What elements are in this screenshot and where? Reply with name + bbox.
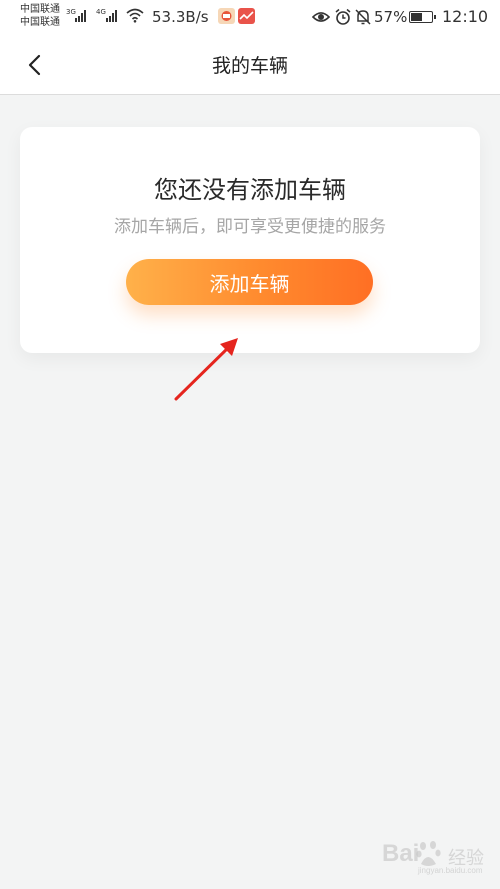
wifi-icon <box>126 8 144 23</box>
empty-vehicle-card: 您还没有添加车辆 添加车辆后，即可享受更便捷的服务 添加车辆 <box>20 127 480 353</box>
app-notification-icon <box>238 8 255 24</box>
carrier-1: 中国联通 <box>20 4 60 15</box>
battery-icon <box>409 11 436 23</box>
signal-bars-icon <box>106 10 120 22</box>
add-vehicle-button[interactable]: 添加车辆 <box>126 259 373 305</box>
carrier-2: 中国联通 <box>20 17 60 28</box>
eye-comfort-icon <box>312 12 330 22</box>
status-bar: 中国联通 中国联通 3G 4G 53.3B/s 57% 12:10 <box>0 0 500 34</box>
empty-state-title: 您还没有添加车辆 <box>154 176 346 204</box>
paw-logo-icon <box>416 841 441 866</box>
battery-percent: 57% <box>374 8 408 26</box>
nav-bar: 我的车辆 <box>0 34 500 95</box>
alarm-icon <box>335 8 351 25</box>
battery-fill <box>411 13 422 21</box>
watermark-brand: Bai <box>382 840 420 867</box>
empty-state-subtitle: 添加车辆后，即可享受更便捷的服务 <box>114 217 386 237</box>
network-type-2: 4G <box>96 8 106 16</box>
watermark-url: jingyan.baidu.com <box>418 866 483 875</box>
annotation-arrow-icon <box>174 338 238 401</box>
page-title: 我的车辆 <box>211 55 288 77</box>
app-notification-icon <box>218 8 235 24</box>
clock: 12:10 <box>442 7 489 26</box>
signal-bars-icon <box>75 10 89 22</box>
net-speed: 53.3B/s <box>152 8 209 26</box>
carrier-labels: 中国联通 中国联通 <box>20 3 60 29</box>
mute-bell-icon <box>355 9 371 25</box>
baidu-jingyan-watermark: Bai 经验 jingyan.baidu.com <box>382 836 494 876</box>
